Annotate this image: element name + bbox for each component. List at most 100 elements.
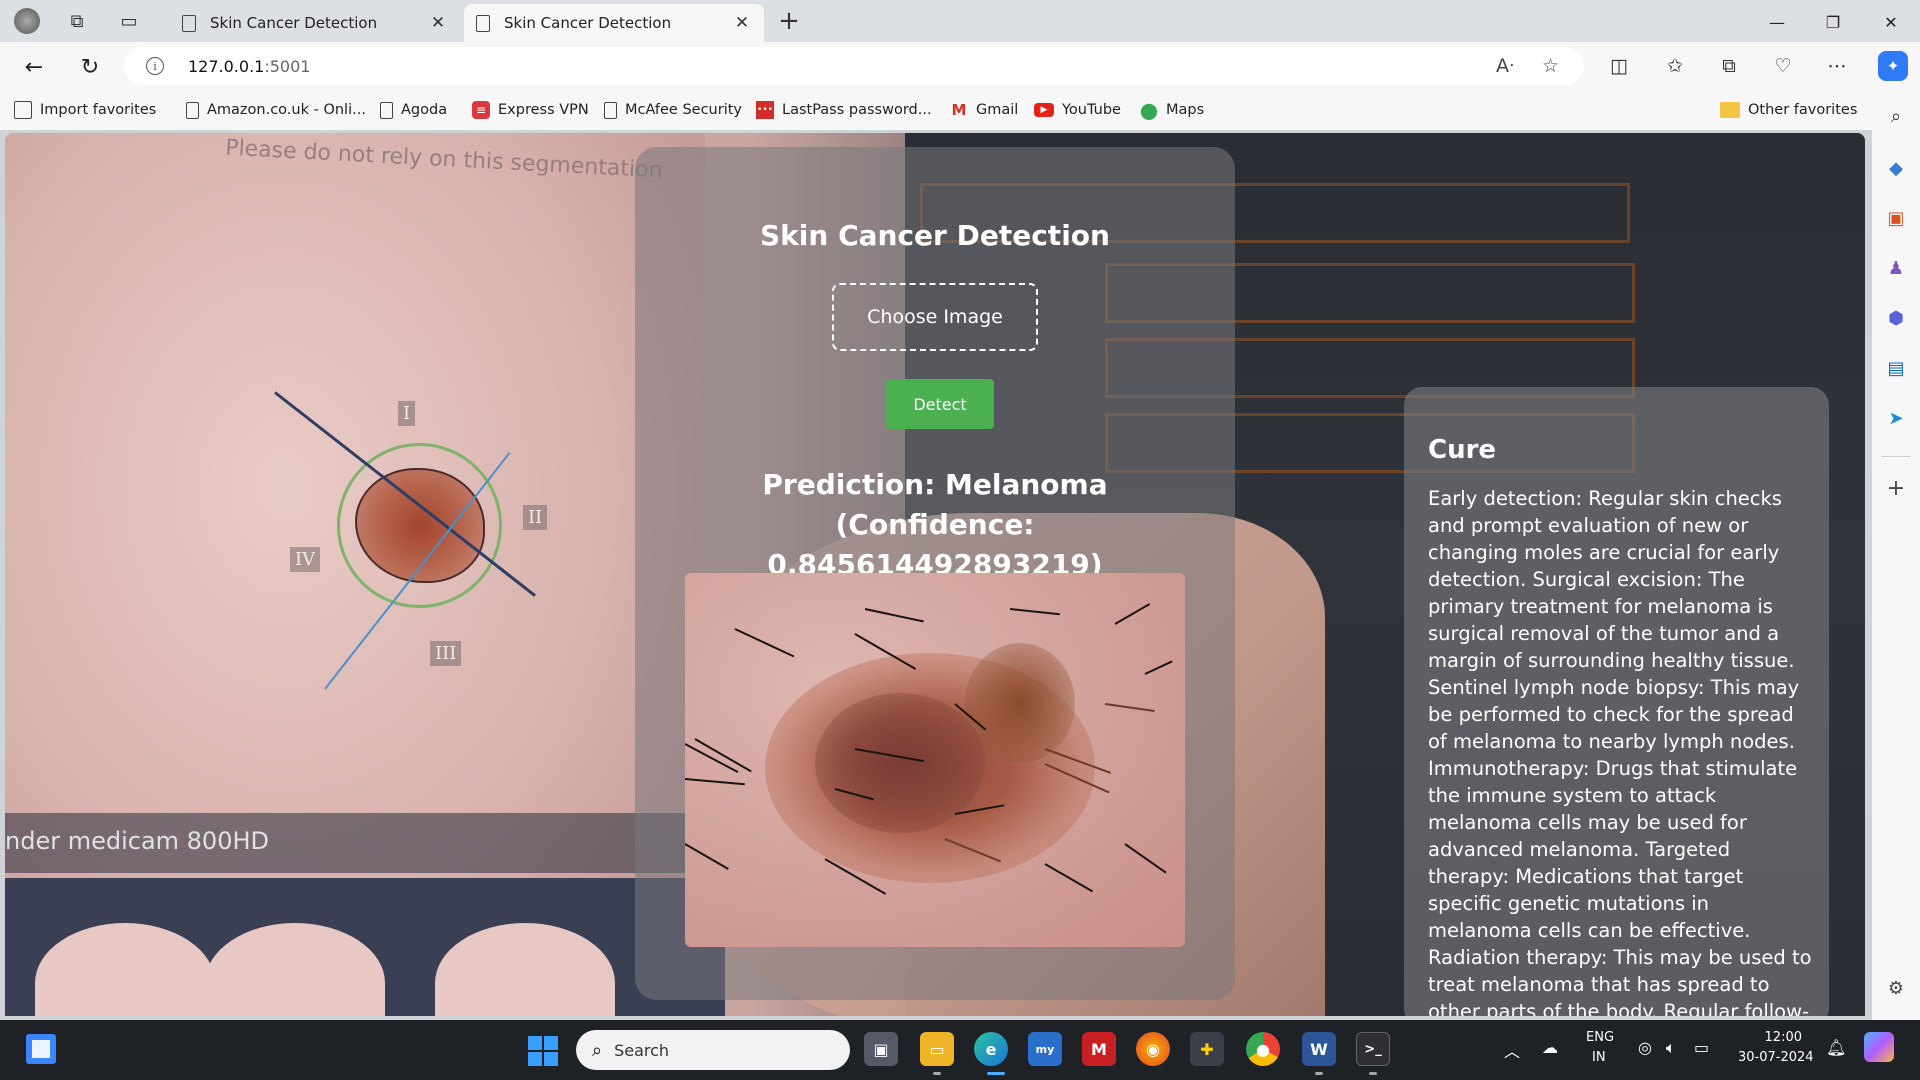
restore-icon[interactable]: ❐ (1810, 8, 1856, 36)
edge-sidebar: ⌕ ◆ ▣ ♟ ⬢ ▤ ➤ + ⚙ (1872, 90, 1920, 1020)
hair-strand (685, 843, 729, 870)
site-info-icon[interactable]: i (146, 57, 164, 75)
gmail-icon: M (951, 101, 967, 119)
fav-label: Amazon.co.uk - Onli... (207, 102, 366, 118)
chrome-icon[interactable]: ● (1246, 1032, 1280, 1066)
copilot-tray-icon[interactable] (1864, 1032, 1894, 1062)
word-icon[interactable]: W (1302, 1032, 1336, 1066)
taskbar-search[interactable]: ⌕ Search (576, 1030, 850, 1070)
background-roman-label: II (523, 505, 548, 530)
widgets-icon[interactable] (26, 1034, 56, 1064)
close-window-icon[interactable]: ✕ (1868, 8, 1914, 36)
search-icon: ⌕ (592, 1039, 603, 1061)
background-roman-label: III (430, 641, 462, 666)
minimize-icon[interactable]: — (1754, 8, 1800, 36)
favorites-icon[interactable]: ✩ (1660, 51, 1690, 81)
hair-strand (1144, 660, 1173, 675)
fav-maps[interactable]: ⬤ Maps (1140, 98, 1204, 122)
file-explorer-icon[interactable]: ▭ (920, 1032, 954, 1066)
detect-button[interactable]: Detect (886, 379, 994, 429)
mylenovo-icon[interactable]: my (1028, 1032, 1062, 1066)
favorite-star-icon[interactable]: ☆ (1542, 55, 1559, 77)
outlook-icon[interactable]: ▤ (1884, 356, 1908, 380)
fav-other-favorites[interactable]: Other favorites (1720, 98, 1857, 122)
app-indicator (933, 1072, 941, 1075)
address-bar[interactable]: i 127.0.0.1:5001 Aᐧ ☆ (124, 47, 1584, 85)
fav-label: Express VPN (498, 102, 589, 118)
fav-agoda[interactable]: Agoda (380, 98, 447, 122)
browser-essentials-icon[interactable]: ♡ (1768, 51, 1798, 81)
tab-inactive[interactable]: Skin Cancer Detection ✕ (170, 4, 460, 42)
folder-icon (1720, 102, 1740, 118)
fav-gmail[interactable]: M Gmail (950, 98, 1019, 122)
clock-date[interactable]: 30-07-2024 (1738, 1050, 1814, 1065)
hair-strand (1124, 843, 1167, 874)
terminal-icon[interactable]: >_ (1356, 1032, 1390, 1066)
fav-import[interactable]: Import favorites (14, 98, 156, 122)
fav-mcafee[interactable]: McAfee Security (604, 98, 742, 122)
fav-amazon[interactable]: Amazon.co.uk - Onli... (186, 98, 366, 122)
windows-start-icon[interactable] (528, 1036, 558, 1066)
taskbar-search-placeholder: Search (614, 1040, 670, 1060)
microsoft-365-icon[interactable]: ⬢ (1884, 306, 1908, 330)
hair-strand (685, 778, 745, 786)
fav-label: LastPass password... (782, 102, 932, 118)
search-icon[interactable]: ⌕ (1884, 104, 1908, 128)
plus-icon[interactable]: + (774, 6, 804, 36)
back-arrow-icon[interactable]: ← (18, 51, 50, 83)
sidebar-divider (1882, 456, 1910, 457)
volume-icon[interactable]: 🔈︎ (1666, 1038, 1676, 1058)
choose-image-button[interactable]: Choose Image (832, 283, 1038, 351)
expressvpn-icon: ≡ (472, 101, 490, 119)
background-roman-label: IV (290, 547, 321, 572)
network-icon[interactable]: ◎ (1638, 1038, 1652, 1057)
hair-strand (1044, 863, 1094, 893)
tab-active[interactable]: Skin Cancer Detection ✕ (464, 4, 764, 42)
navigation-bar: ← ↻ i 127.0.0.1:5001 Aᐧ ☆ ◫ ✩ ⧉ ♡ ⋯ ✦ (0, 42, 1920, 90)
drop-icon[interactable]: ➤ (1884, 406, 1908, 430)
language-bottom[interactable]: IN (1592, 1050, 1606, 1065)
fav-lastpass[interactable]: ••• LastPass password... (756, 98, 932, 122)
mcafee-icon[interactable]: M (1082, 1032, 1116, 1066)
hair-strand (734, 628, 795, 658)
add-icon[interactable]: + (1884, 476, 1908, 501)
copilot-icon[interactable]: ✦ (1878, 51, 1908, 81)
read-aloud-icon[interactable]: Aᐧ (1496, 55, 1514, 77)
fav-label: YouTube (1062, 102, 1121, 118)
workspaces-icon[interactable]: ⧉ (62, 6, 92, 36)
page-icon (182, 14, 196, 32)
close-icon[interactable]: ✕ (732, 13, 752, 33)
fav-youtube[interactable]: ▶ YouTube (1034, 98, 1121, 122)
page-title: Skin Cancer Detection (760, 219, 1110, 252)
fav-label: McAfee Security (625, 102, 742, 118)
page-icon (604, 101, 617, 119)
chevron-up-icon[interactable]: ︿ (1504, 1038, 1520, 1062)
tab-actions-icon[interactable]: ▭ (114, 6, 144, 36)
tools-icon[interactable]: ▣ (1884, 206, 1908, 230)
refresh-icon[interactable]: ↻ (74, 51, 106, 83)
fav-expressvpn[interactable]: ≡ Express VPN (472, 98, 589, 122)
language-top[interactable]: ENG (1586, 1030, 1614, 1045)
shopping-tag-icon[interactable]: ◆ (1884, 156, 1908, 180)
battery-icon[interactable]: ▭ (1694, 1038, 1709, 1057)
split-screen-icon[interactable]: ◫ (1604, 51, 1634, 81)
url-port: :5001 (264, 56, 311, 76)
close-icon[interactable]: ✕ (428, 13, 448, 33)
settings-gear-icon[interactable]: ⚙ (1884, 976, 1908, 1000)
collections-icon[interactable]: ⧉ (1714, 51, 1744, 81)
page-viewport: Please do not rely on this segmentation … (5, 133, 1865, 1016)
app-plus-icon[interactable]: ✚ (1190, 1032, 1224, 1066)
app-indicator-active (987, 1072, 1005, 1075)
notification-bell-icon[interactable]: 🔔︎ (1826, 1038, 1846, 1057)
clock-time[interactable]: 12:00 (1738, 1030, 1802, 1045)
games-icon[interactable]: ♟ (1884, 256, 1908, 280)
app-indicator (1315, 1072, 1323, 1075)
onedrive-cloud-icon[interactable]: ☁ (1542, 1038, 1558, 1057)
task-view-icon[interactable]: ▣ (864, 1032, 898, 1066)
firefox-icon[interactable]: ◉ (1136, 1032, 1170, 1066)
edge-icon[interactable]: e (974, 1032, 1008, 1066)
more-options-icon[interactable]: ⋯ (1822, 51, 1852, 81)
fav-label: Maps (1166, 102, 1205, 118)
profile-avatar[interactable] (12, 6, 42, 36)
tab-strip: ⧉ ▭ Skin Cancer Detection ✕ Skin Cancer … (0, 0, 1920, 42)
